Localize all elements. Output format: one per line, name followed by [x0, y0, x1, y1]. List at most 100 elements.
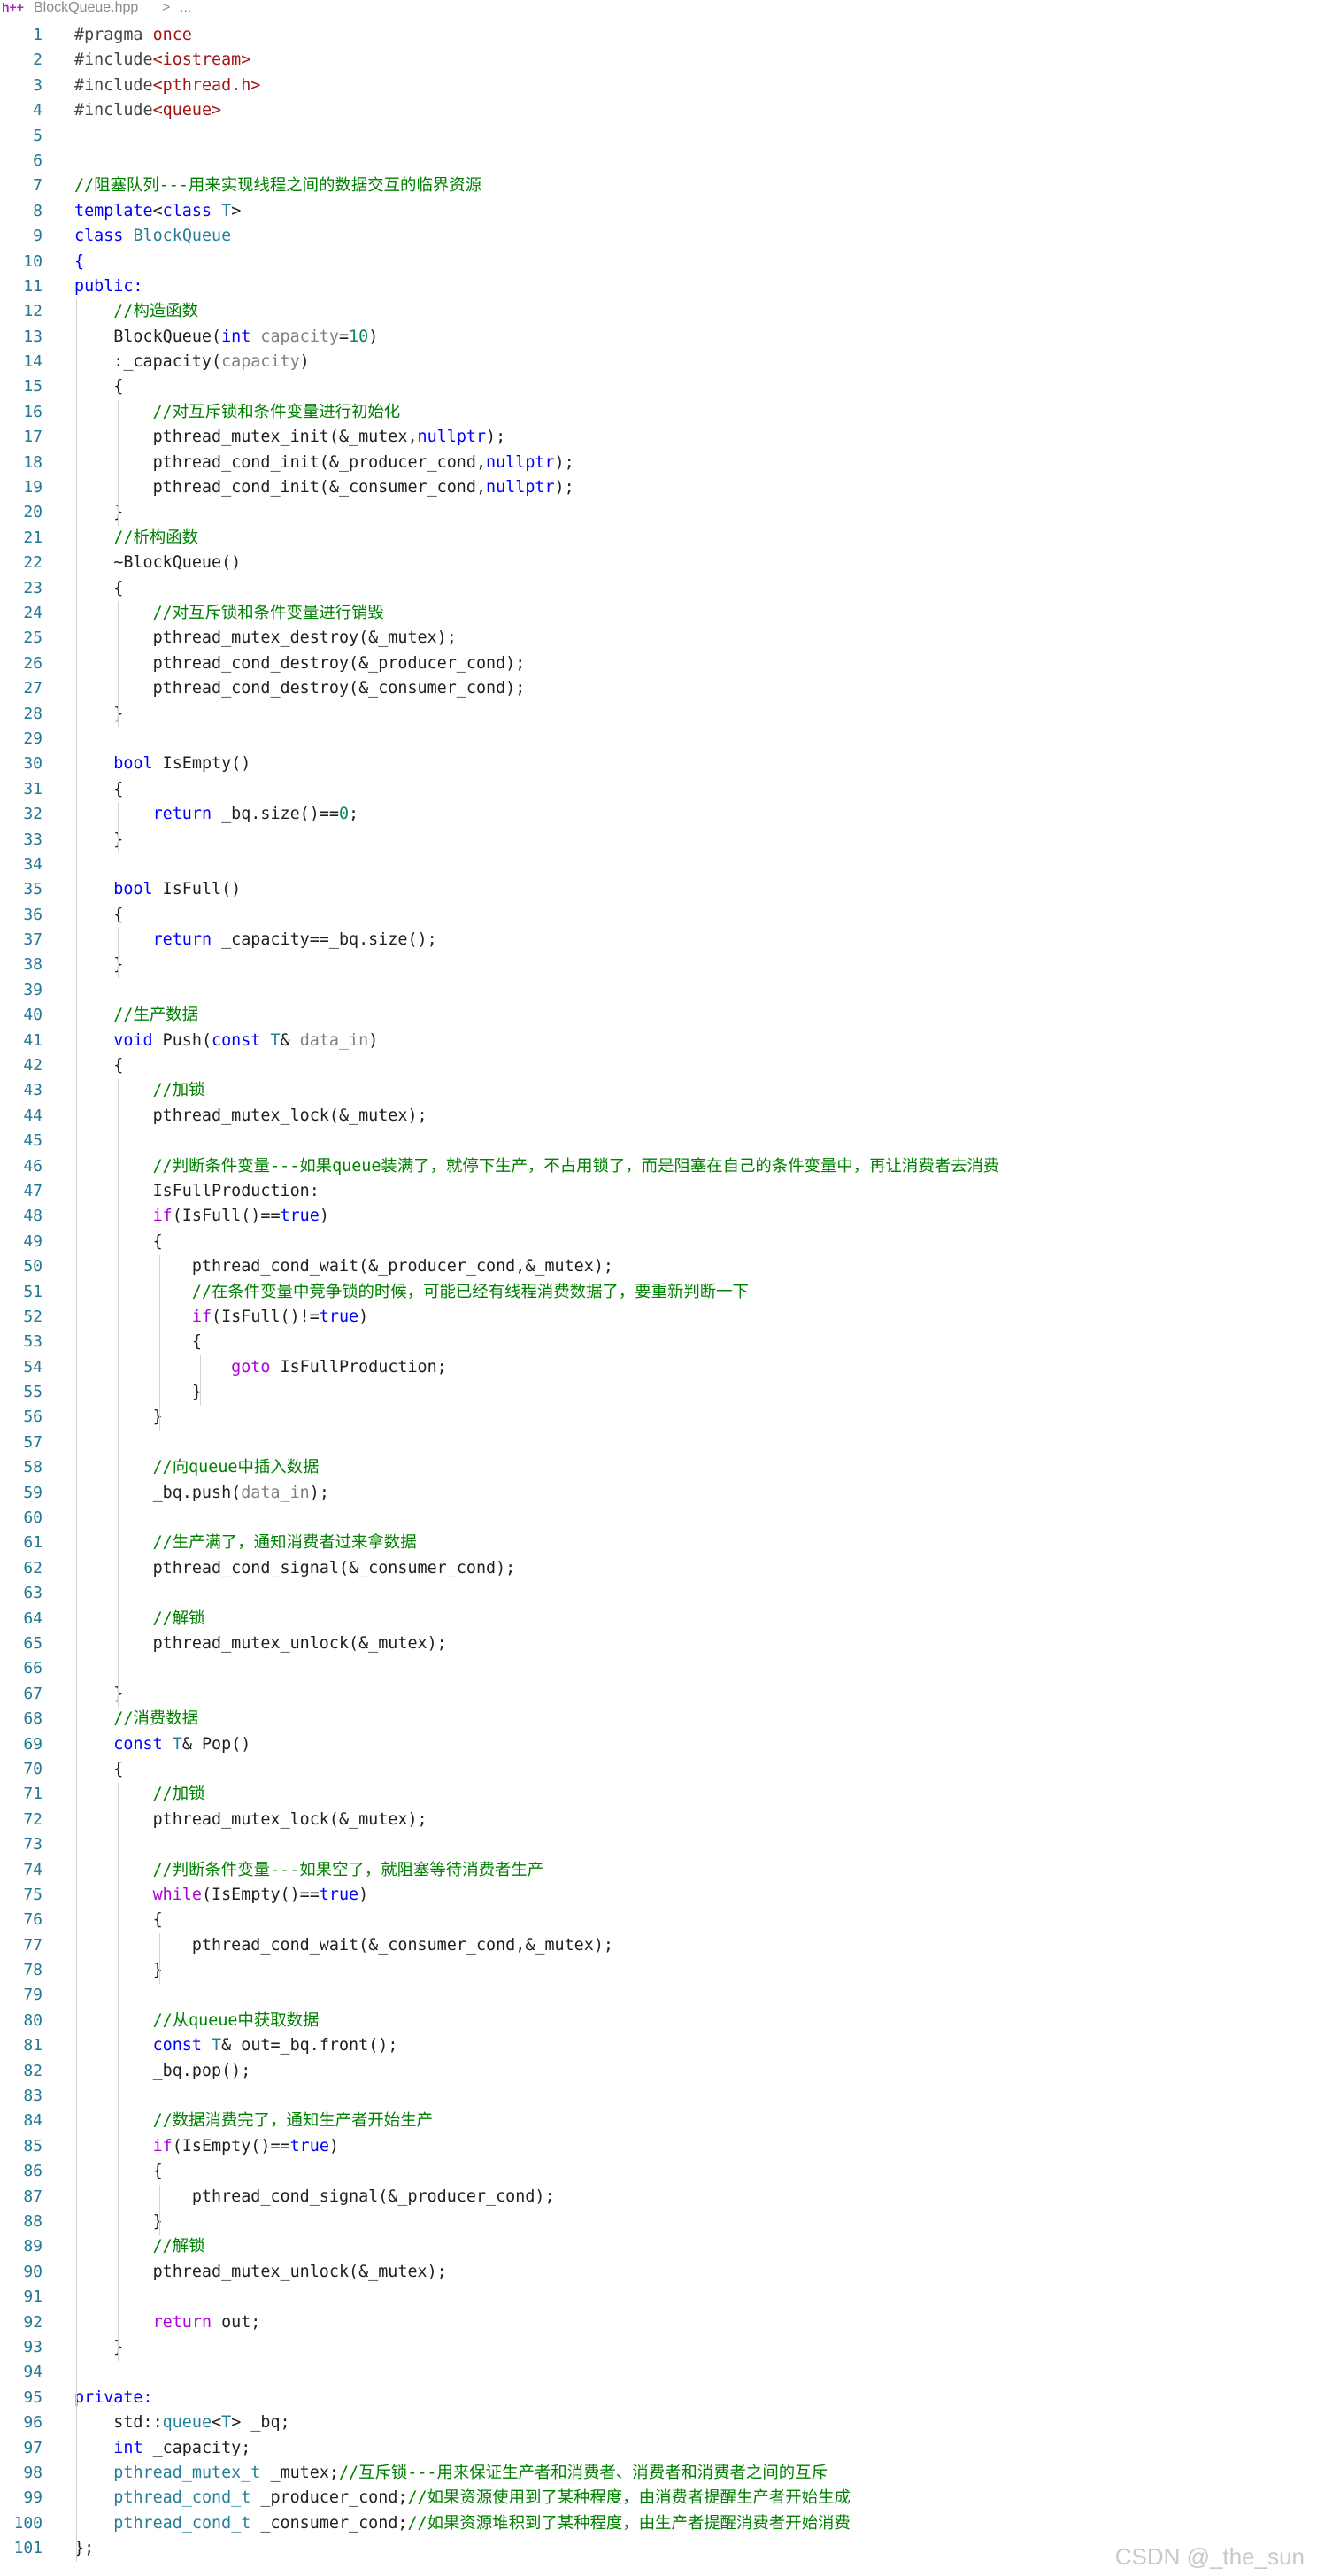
code-line[interactable]: 63 [0, 1581, 1317, 1606]
code-line[interactable]: 33 } [0, 828, 1317, 852]
code-line[interactable]: 65 pthread_mutex_unlock(&_mutex); [0, 1631, 1317, 1656]
code-line[interactable]: 78 } [0, 1958, 1317, 1983]
code-line[interactable]: 51 //在条件变量中竞争锁的时候，可能已经有线程消费数据了，要重新判断一下 [0, 1280, 1317, 1305]
code-line[interactable]: 67 } [0, 1682, 1317, 1707]
code-line[interactable]: 30 bool IsEmpty() [0, 752, 1317, 776]
code-line[interactable]: 29 [0, 727, 1317, 752]
code-line[interactable]: 31 { [0, 777, 1317, 802]
code-line[interactable]: 73 [0, 1832, 1317, 1857]
code-line[interactable]: 16 //对互斥锁和条件变量进行初始化 [0, 400, 1317, 425]
code-line[interactable]: 60 [0, 1506, 1317, 1531]
code-line[interactable]: 39 [0, 978, 1317, 1003]
code-line[interactable]: 66 [0, 1656, 1317, 1681]
code-line[interactable]: 56 } [0, 1405, 1317, 1430]
code-line[interactable]: 55 } [0, 1380, 1317, 1405]
code-line[interactable]: 79 [0, 1983, 1317, 2008]
code-line[interactable]: 86 { [0, 2159, 1317, 2184]
code-line[interactable]: 100 pthread_cond_t _consumer_cond;//如果资源… [0, 2511, 1317, 2536]
code-line[interactable]: 46 //判断条件变量---如果queue装满了，就停下生产，不占用锁了，而是阻… [0, 1154, 1317, 1179]
code-line[interactable]: 21 //析构函数 [0, 526, 1317, 551]
code-line[interactable]: 37 return _capacity==_bq.size(); [0, 928, 1317, 953]
code-line[interactable]: 19 pthread_cond_init(&_consumer_cond,nul… [0, 475, 1317, 500]
code-line[interactable]: 13 BlockQueue(int capacity=10) [0, 325, 1317, 350]
code-line[interactable]: 47 IsFullProduction: [0, 1179, 1317, 1204]
code-line[interactable]: 17 pthread_mutex_init(&_mutex,nullptr); [0, 425, 1317, 450]
code-line[interactable]: 92 return out; [0, 2310, 1317, 2335]
code-line[interactable]: 85 if(IsEmpty()==true) [0, 2134, 1317, 2159]
code-line[interactable]: 14 :_capacity(capacity) [0, 350, 1317, 374]
code-line[interactable]: 23 { [0, 576, 1317, 601]
code-line[interactable]: 59 _bq.push(data_in); [0, 1481, 1317, 1506]
code-line[interactable]: 54 goto IsFullProduction; [0, 1355, 1317, 1380]
code-line[interactable]: 98 pthread_mutex_t _mutex;//互斥锁---用来保证生产… [0, 2461, 1317, 2486]
code-line[interactable]: 88 } [0, 2210, 1317, 2234]
code-line[interactable]: 41 void Push(const T& data_in) [0, 1029, 1317, 1053]
code-line[interactable]: 64 //解锁 [0, 1607, 1317, 1631]
breadcrumb-file-name[interactable]: BlockQueue.hpp [34, 0, 138, 16]
code-line[interactable]: 7 //阻塞队列---用来实现线程之间的数据交互的临界资源 [0, 174, 1317, 198]
code-line[interactable]: 43 //加锁 [0, 1078, 1317, 1103]
breadcrumb-more[interactable]: ... [180, 0, 191, 16]
code-line[interactable]: 93 } [0, 2335, 1317, 2360]
code-line[interactable]: 70 { [0, 1757, 1317, 1782]
code-line[interactable]: 35 bool IsFull() [0, 877, 1317, 902]
code-line[interactable]: 2 #include<iostream> [0, 48, 1317, 73]
code-line[interactable]: 57 [0, 1431, 1317, 1455]
code-line[interactable]: 72 pthread_mutex_lock(&_mutex); [0, 1808, 1317, 1832]
code-line[interactable]: 40 //生产数据 [0, 1003, 1317, 1028]
code-line[interactable]: 83 [0, 2084, 1317, 2109]
code-line[interactable]: 90 pthread_mutex_unlock(&_mutex); [0, 2260, 1317, 2285]
code-line[interactable]: 24 //对互斥锁和条件变量进行销毁 [0, 601, 1317, 626]
code-line[interactable]: 96 std::queue<T> _bq; [0, 2410, 1317, 2435]
code-line[interactable]: 48 if(IsFull()==true) [0, 1204, 1317, 1229]
code-line[interactable]: 8 template<class T> [0, 199, 1317, 224]
code-line[interactable]: 84 //数据消费完了，通知生产者开始生产 [0, 2109, 1317, 2133]
code-line[interactable]: 50 pthread_cond_wait(&_producer_cond,&_m… [0, 1254, 1317, 1279]
code-line[interactable]: 38 } [0, 953, 1317, 977]
code-line[interactable]: 61 //生产满了，通知消费者过来拿数据 [0, 1531, 1317, 1555]
code-line[interactable]: 87 pthread_cond_signal(&_producer_cond); [0, 2185, 1317, 2210]
code-line[interactable]: 18 pthread_cond_init(&_producer_cond,nul… [0, 451, 1317, 475]
code-line[interactable]: 1 #pragma once [0, 23, 1317, 48]
code-line[interactable]: 15 { [0, 374, 1317, 399]
code-line[interactable]: 74 //判断条件变量---如果空了，就阻塞等待消费者生产 [0, 1858, 1317, 1883]
code-line[interactable]: 91 [0, 2285, 1317, 2310]
code-line[interactable]: 22 ~BlockQueue() [0, 551, 1317, 575]
code-line[interactable]: 53 { [0, 1330, 1317, 1354]
code-line[interactable]: 75 while(IsEmpty()==true) [0, 1883, 1317, 1908]
code-line[interactable]: 80 //从queue中获取数据 [0, 2009, 1317, 2033]
code-line[interactable]: 28 } [0, 702, 1317, 727]
code-line[interactable]: 44 pthread_mutex_lock(&_mutex); [0, 1104, 1317, 1129]
code-line[interactable]: 62 pthread_cond_signal(&_consumer_cond); [0, 1556, 1317, 1581]
code-line[interactable]: 52 if(IsFull()!=true) [0, 1305, 1317, 1330]
code-line[interactable]: 69 const T& Pop() [0, 1732, 1317, 1757]
code-line[interactable]: 42 { [0, 1053, 1317, 1078]
code-line[interactable]: 12 //构造函数 [0, 299, 1317, 324]
code-line[interactable]: 49 { [0, 1230, 1317, 1254]
code-line[interactable]: 76 { [0, 1908, 1317, 1932]
code-line[interactable]: 95 private: [0, 2386, 1317, 2410]
code-line[interactable]: 32 return _bq.size()==0; [0, 802, 1317, 827]
code-line[interactable]: 3 #include<pthread.h> [0, 73, 1317, 98]
code-line[interactable]: 5 [0, 124, 1317, 149]
code-line[interactable]: 9 class BlockQueue [0, 224, 1317, 249]
code-line[interactable]: 81 const T& out=_bq.front(); [0, 2033, 1317, 2058]
code-line[interactable]: 10 { [0, 250, 1317, 274]
code-line[interactable]: 20 } [0, 500, 1317, 525]
code-line[interactable]: 4 #include<queue> [0, 98, 1317, 123]
code-line[interactable]: 68 //消费数据 [0, 1707, 1317, 1731]
code-line[interactable]: 27 pthread_cond_destroy(&_consumer_cond)… [0, 676, 1317, 701]
code-line[interactable]: 99 pthread_cond_t _producer_cond;//如果资源使… [0, 2486, 1317, 2510]
code-line[interactable]: 6 [0, 149, 1317, 174]
code-line[interactable]: 77 pthread_cond_wait(&_consumer_cond,&_m… [0, 1933, 1317, 1958]
code-line[interactable]: 82 _bq.pop(); [0, 2059, 1317, 2084]
code-line[interactable]: 34 [0, 852, 1317, 877]
code-line[interactable]: 89 //解锁 [0, 2234, 1317, 2259]
code-editor[interactable]: 1 #pragma once 2 #include<iostream> 3 #includ… [0, 23, 1317, 2561]
code-line[interactable]: 36 { [0, 903, 1317, 928]
code-line[interactable]: 11 public: [0, 274, 1317, 299]
code-line[interactable]: 25 pthread_mutex_destroy(&_mutex); [0, 626, 1317, 651]
code-line[interactable]: 94 [0, 2360, 1317, 2385]
code-line[interactable]: 58 //向queue中插入数据 [0, 1455, 1317, 1480]
code-line[interactable]: 71 //加锁 [0, 1782, 1317, 1807]
